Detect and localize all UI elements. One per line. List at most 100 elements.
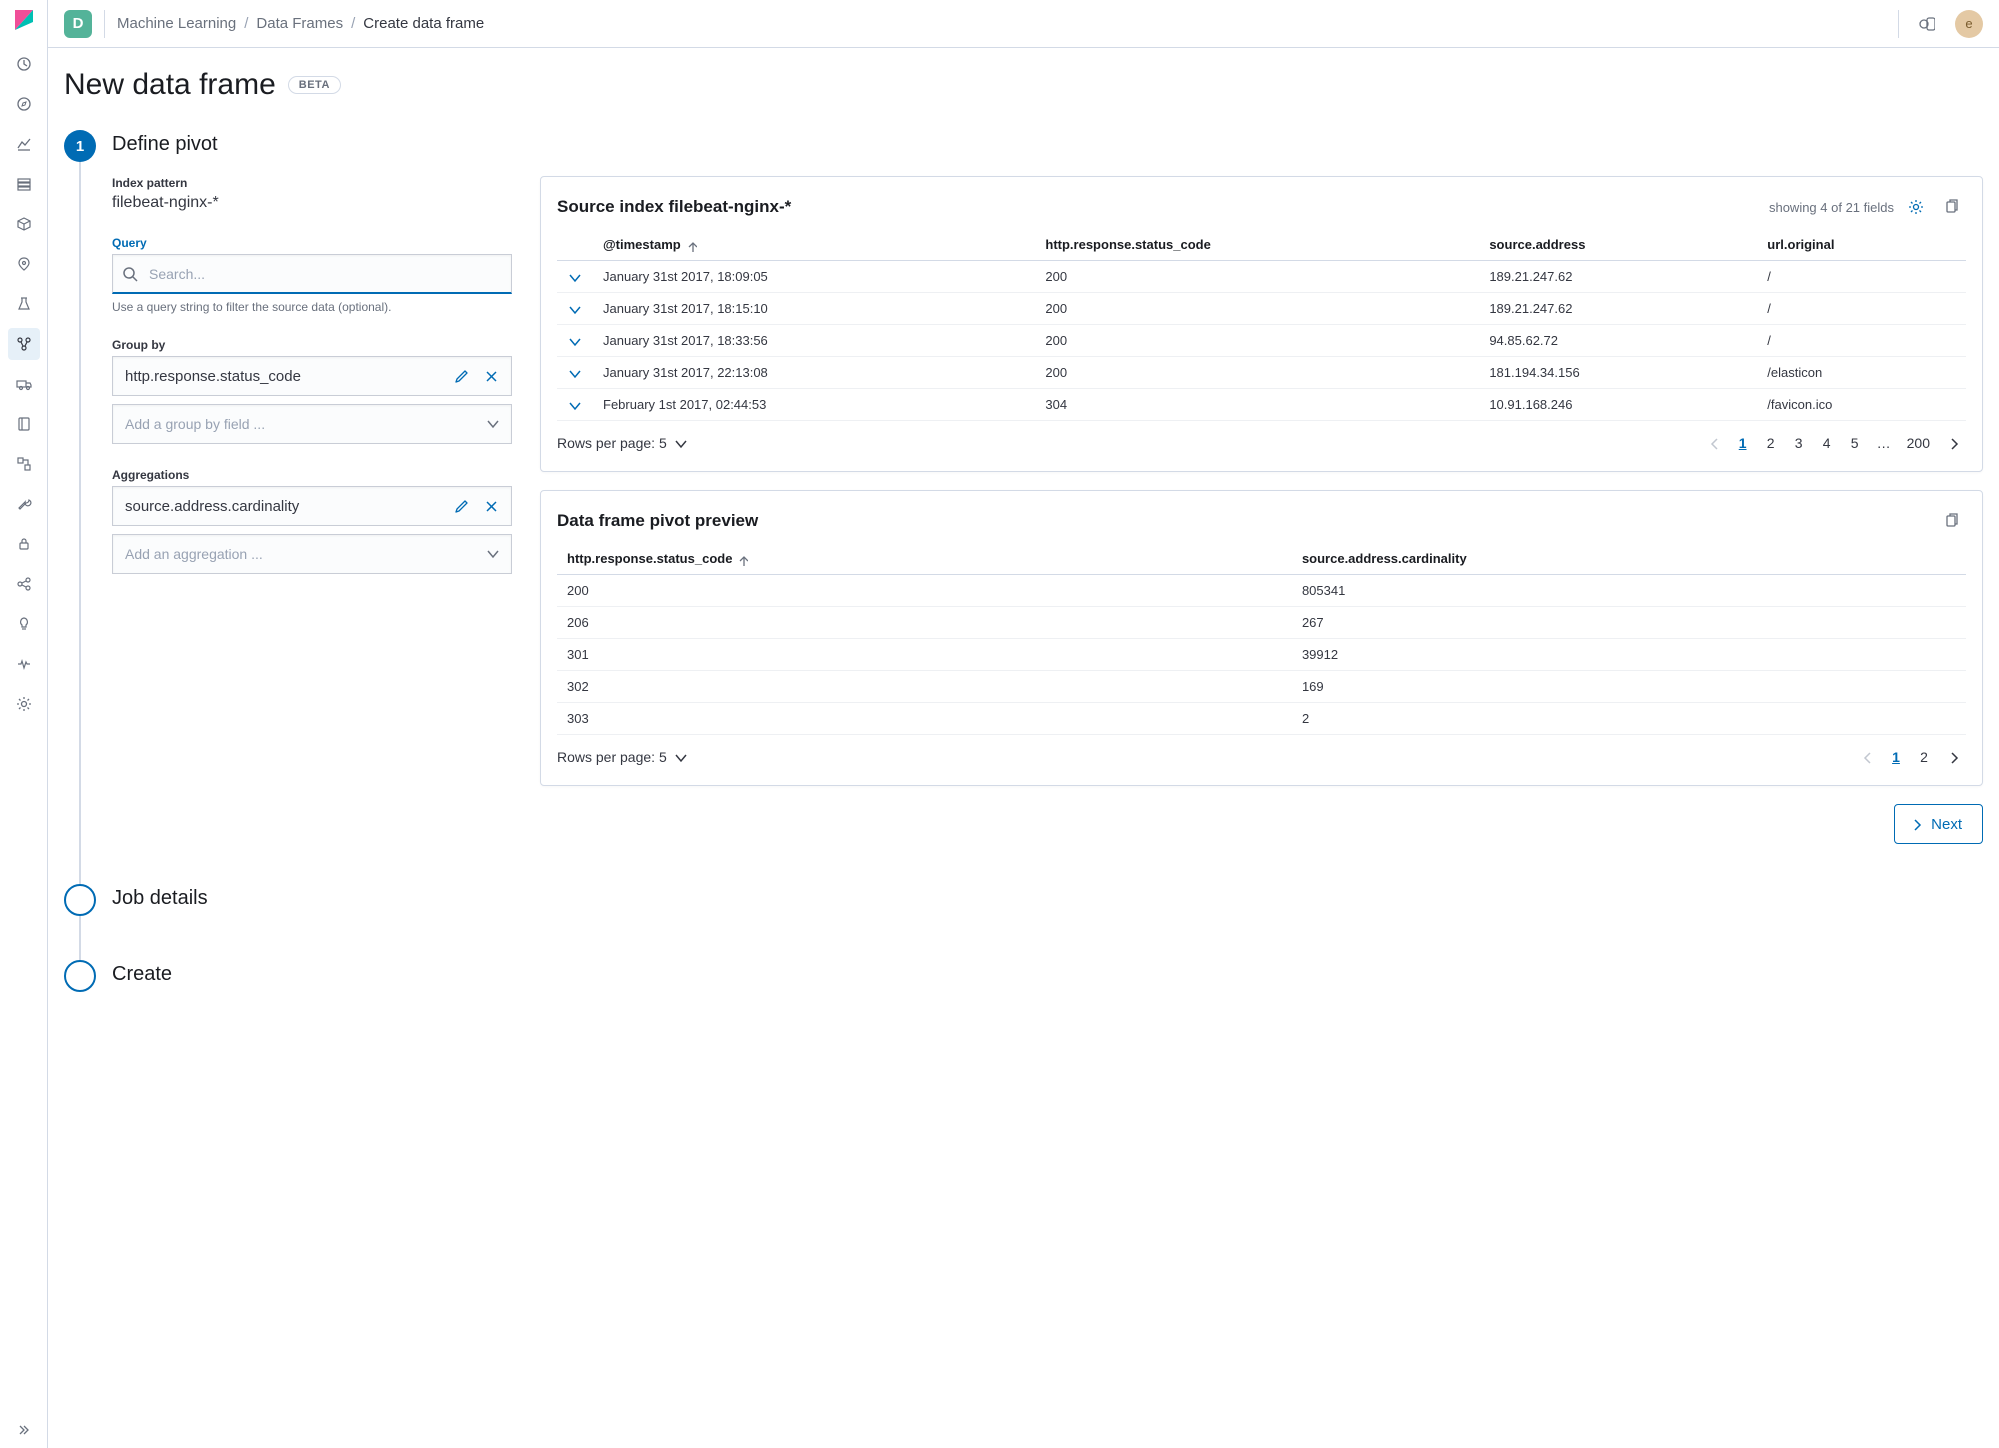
table-row: 206 267 xyxy=(557,607,1966,639)
user-avatar[interactable]: e xyxy=(1955,10,1983,38)
prev-page-button[interactable] xyxy=(1854,745,1880,769)
nav-management-icon[interactable] xyxy=(8,688,40,720)
cell-code: 206 xyxy=(557,607,1292,639)
cell-address: 94.85.62.72 xyxy=(1479,325,1757,357)
copy-preview-button[interactable] xyxy=(1938,507,1966,535)
breadcrumb-sep: / xyxy=(244,15,248,32)
nav-dashboard-icon[interactable] xyxy=(8,168,40,200)
page-button[interactable]: 2 xyxy=(1759,431,1783,455)
col-address[interactable]: source.address xyxy=(1479,229,1757,261)
remove-aggregation-button[interactable] xyxy=(479,494,503,518)
nav-infra-icon[interactable] xyxy=(8,368,40,400)
nav-uptime-icon[interactable] xyxy=(8,608,40,640)
next-page-button[interactable] xyxy=(1940,431,1966,455)
nav-visualize-icon[interactable] xyxy=(8,128,40,160)
aggregations-label: Aggregations xyxy=(112,468,512,482)
breadcrumb-current: Create data frame xyxy=(363,15,484,32)
nav-logs-icon[interactable] xyxy=(8,408,40,440)
cell-url: /elasticon xyxy=(1757,357,1966,389)
nav-ml-icon[interactable] xyxy=(8,328,40,360)
remove-group-by-button[interactable] xyxy=(479,364,503,388)
page-button[interactable]: 2 xyxy=(1912,745,1936,769)
cell-url: /favicon.ico xyxy=(1757,389,1966,421)
step-indicator-2 xyxy=(64,884,96,916)
cell-timestamp: January 31st 2017, 18:15:10 xyxy=(593,293,1035,325)
expand-row-button[interactable] xyxy=(567,302,583,316)
page-button[interactable]: 1 xyxy=(1884,745,1908,769)
source-pagination: 12345…200 xyxy=(1701,431,1966,455)
query-label: Query xyxy=(112,236,512,250)
page-button[interactable]: 200 xyxy=(1901,431,1936,455)
step-title-job-details: Job details xyxy=(112,884,1983,910)
kibana-logo-icon[interactable] xyxy=(12,8,36,32)
cell-card: 169 xyxy=(1292,671,1966,703)
nav-devtools-icon[interactable] xyxy=(8,488,40,520)
cell-code: 302 xyxy=(557,671,1292,703)
aggregation-pill: source.address.cardinality xyxy=(112,486,512,526)
col-preview-card[interactable]: source.address.cardinality xyxy=(1292,543,1966,575)
preview-rows-per-page[interactable]: Rows per page: 5 xyxy=(557,749,687,765)
nav-collapse-icon[interactable] xyxy=(8,1412,40,1444)
step-title-create: Create xyxy=(112,960,1983,986)
aggregation-value: source.address.cardinality xyxy=(125,498,449,515)
table-row: January 31st 2017, 18:15:10 200 189.21.2… xyxy=(557,293,1966,325)
sort-asc-icon xyxy=(736,554,748,566)
group-by-value: http.response.status_code xyxy=(125,368,449,385)
nav-discover-icon[interactable] xyxy=(8,88,40,120)
nav-security-icon[interactable] xyxy=(8,528,40,560)
copy-source-button[interactable] xyxy=(1938,193,1966,221)
cell-address: 189.21.247.62 xyxy=(1479,293,1757,325)
edit-group-by-button[interactable] xyxy=(449,364,473,388)
breadcrumb: Machine Learning / Data Frames / Create … xyxy=(117,15,484,32)
breadcrumb-sep: / xyxy=(351,15,355,32)
col-timestamp[interactable]: @timestamp xyxy=(593,229,1035,261)
next-page-button[interactable] xyxy=(1940,745,1966,769)
table-row: 301 39912 xyxy=(557,639,1966,671)
col-url[interactable]: url.original xyxy=(1757,229,1966,261)
breadcrumb-item[interactable]: Data Frames xyxy=(256,15,343,32)
nav-monitoring-icon[interactable] xyxy=(8,648,40,680)
source-rows-per-page[interactable]: Rows per page: 5 xyxy=(557,435,687,451)
next-button[interactable]: Next xyxy=(1894,804,1983,844)
add-aggregation-select[interactable]: Add an aggregation ... xyxy=(112,534,512,574)
cell-card: 805341 xyxy=(1292,575,1966,607)
nav-graph-icon[interactable] xyxy=(8,568,40,600)
nav-maps-icon[interactable] xyxy=(8,248,40,280)
preview-pagination: 12 xyxy=(1854,745,1966,769)
col-preview-code[interactable]: http.response.status_code xyxy=(557,543,1292,575)
nav-canvas-icon[interactable] xyxy=(8,208,40,240)
fields-settings-button[interactable] xyxy=(1902,193,1930,221)
cell-status: 304 xyxy=(1035,389,1479,421)
edit-aggregation-button[interactable] xyxy=(449,494,473,518)
cell-timestamp: January 31st 2017, 18:33:56 xyxy=(593,325,1035,357)
add-group-by-select[interactable]: Add a group by field ... xyxy=(112,404,512,444)
cell-status: 200 xyxy=(1035,357,1479,389)
breadcrumb-item[interactable]: Machine Learning xyxy=(117,15,236,32)
step-indicator-1: 1 xyxy=(64,130,96,162)
page-button[interactable]: 3 xyxy=(1787,431,1811,455)
prev-page-button[interactable] xyxy=(1701,431,1727,455)
sort-asc-icon xyxy=(685,240,697,252)
page-button[interactable]: 5 xyxy=(1843,431,1867,455)
cell-status: 200 xyxy=(1035,293,1479,325)
space-selector[interactable]: D xyxy=(64,10,92,38)
cell-timestamp: January 31st 2017, 18:09:05 xyxy=(593,261,1035,293)
page-button[interactable]: 1 xyxy=(1731,431,1755,455)
expand-row-button[interactable] xyxy=(567,398,583,412)
expand-row-button[interactable] xyxy=(567,270,583,284)
query-input[interactable] xyxy=(112,254,512,294)
index-pattern-value: filebeat-nginx-* xyxy=(112,194,512,212)
expand-row-button[interactable] xyxy=(567,334,583,348)
cell-address: 10.91.168.246 xyxy=(1479,389,1757,421)
nav-recent-icon[interactable] xyxy=(8,48,40,80)
newsfeed-icon[interactable] xyxy=(1913,10,1941,38)
page-header: D Machine Learning / Data Frames / Creat… xyxy=(48,0,1999,48)
table-row: January 31st 2017, 18:33:56 200 94.85.62… xyxy=(557,325,1966,357)
expand-row-button[interactable] xyxy=(567,366,583,380)
cell-timestamp: January 31st 2017, 22:13:08 xyxy=(593,357,1035,389)
nav-labs-icon[interactable] xyxy=(8,288,40,320)
col-status[interactable]: http.response.status_code xyxy=(1035,229,1479,261)
nav-pipeline-icon[interactable] xyxy=(8,448,40,480)
page-button[interactable]: 4 xyxy=(1815,431,1839,455)
cell-code: 301 xyxy=(557,639,1292,671)
